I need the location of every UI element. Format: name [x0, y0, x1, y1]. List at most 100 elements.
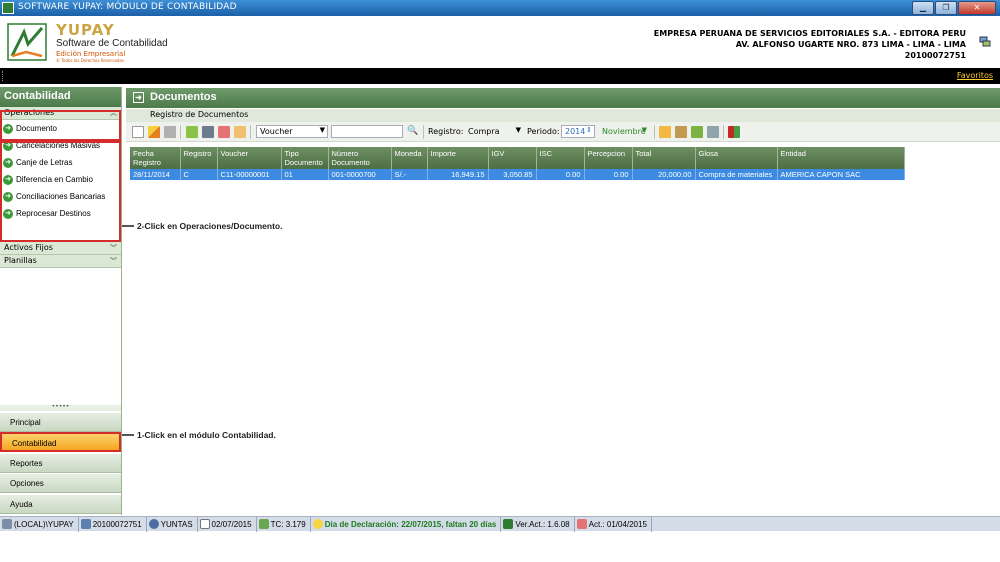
new-document-icon[interactable]: [132, 126, 144, 138]
dollar-icon: [258, 519, 269, 529]
status-version-text: Ver.Act.: 1.6.08: [515, 519, 570, 529]
favorites-link[interactable]: Favoritos: [957, 71, 993, 80]
status-tc: TC: 3.179: [257, 516, 311, 532]
year-spinner-value: 2014: [565, 127, 586, 136]
folder-icon[interactable]: [659, 126, 671, 138]
column-header[interactable]: Registro: [180, 147, 218, 169]
window-controls: ▁ ❐ ✕: [912, 1, 996, 15]
brand-subtitle: Software de Contabilidad: [56, 38, 168, 49]
status-act: Act.: 01/04/2015: [575, 516, 652, 532]
module-contabilidad[interactable]: Contabilidad: [0, 432, 121, 452]
print-icon[interactable]: [202, 126, 214, 138]
calendar-icon: [576, 519, 587, 529]
status-user: YUNTAS: [147, 516, 198, 532]
module-label: Ayuda: [10, 500, 33, 509]
chevron-down-icon[interactable]: ︾: [110, 243, 117, 253]
binoculars-icon[interactable]: 🔍: [407, 126, 419, 137]
cell-moneda[interactable]: S/.-: [391, 169, 428, 180]
section-activos-fijos[interactable]: Activos Fijos ︾: [0, 242, 121, 255]
money-icon[interactable]: [691, 126, 703, 138]
registro-select[interactable]: Compra ▼: [464, 125, 524, 138]
column-header[interactable]: Fecha Registro: [130, 147, 181, 169]
annotation-step1: 1-Click en el módulo Contabilidad.: [137, 430, 276, 440]
module-label: Opciones: [10, 479, 44, 488]
toolbar-separator: [423, 125, 424, 139]
company-name: EMPRESA PERUANA DE SERVICIOS EDITORIALES…: [653, 29, 966, 38]
column-header[interactable]: Importe: [427, 147, 489, 169]
cell-entidad[interactable]: AMERICA CAPON SAC: [777, 169, 905, 180]
close-icon[interactable]: ✕: [958, 1, 996, 15]
table-row[interactable]: 28/11/2014 C C11-00000001 01 001-0000700…: [130, 169, 905, 180]
annotation-line: [122, 225, 134, 227]
cell-total[interactable]: 20,000.00: [632, 169, 696, 180]
cell-importe[interactable]: 16,949.15: [427, 169, 489, 180]
chevron-down-icon: ▼: [641, 126, 647, 134]
cell-glosa[interactable]: Compra de materiales: [695, 169, 778, 180]
edit-icon[interactable]: [148, 126, 160, 138]
yupay-logo-icon: [7, 23, 47, 61]
module-principal[interactable]: Principal: [0, 412, 121, 432]
column-header[interactable]: Moneda: [391, 147, 428, 169]
search-input[interactable]: [331, 125, 403, 138]
annotation-step2: 2-Click en Operaciones/Documento.: [137, 221, 283, 231]
toolbar-separator: [654, 125, 655, 139]
column-header[interactable]: Tipo Documento: [281, 147, 329, 169]
voucher-select[interactable]: Voucher ▼: [256, 125, 328, 138]
cell-tipo-documento[interactable]: 01: [281, 169, 329, 180]
minimize-icon[interactable]: ▁: [912, 1, 934, 15]
column-header[interactable]: Voucher: [217, 147, 282, 169]
cell-registro[interactable]: C: [180, 169, 218, 180]
delete-icon[interactable]: [164, 126, 176, 138]
restore-icon[interactable]: ❐: [935, 1, 957, 15]
database-icon: [2, 519, 12, 529]
report-icon[interactable]: [234, 126, 246, 138]
cell-voucher[interactable]: C11-00000001: [217, 169, 282, 180]
column-header[interactable]: Entidad: [777, 147, 905, 169]
cell-isc[interactable]: 0.00: [536, 169, 585, 180]
network-icon[interactable]: [979, 36, 991, 47]
cell-numero-documento[interactable]: 001-0000700: [328, 169, 392, 180]
main-subtitle: Registro de Documentos: [150, 110, 249, 119]
spinner-icon[interactable]: ⇕: [586, 126, 592, 134]
grip-icon[interactable]: [2, 71, 4, 81]
column-header[interactable]: ISC: [536, 147, 585, 169]
cell-percepcion[interactable]: 0.00: [584, 169, 633, 180]
calendar-icon[interactable]: [218, 126, 230, 138]
module-reportes[interactable]: Reportes: [0, 453, 121, 473]
year-spinner[interactable]: 2014 ⇕: [561, 125, 595, 138]
window-icon[interactable]: [707, 126, 719, 138]
module-label: Reportes: [10, 459, 43, 468]
registro-label: Registro:: [428, 127, 464, 136]
section-planillas[interactable]: Planillas ︾: [0, 255, 121, 268]
column-header[interactable]: Número Documento: [328, 147, 392, 169]
balance-icon[interactable]: [675, 126, 687, 138]
chevron-down-icon[interactable]: ︾: [110, 256, 117, 266]
panel-splitter[interactable]: •••••: [0, 404, 121, 411]
documents-grid: Fecha Registro Registro Voucher Tipo Doc…: [130, 147, 905, 180]
month-select[interactable]: Noviembre ▼: [598, 125, 650, 138]
section-label: Activos Fijos: [4, 243, 53, 252]
column-header[interactable]: Total: [632, 147, 696, 169]
grid-header-row: Fecha Registro Registro Voucher Tipo Doc…: [130, 147, 905, 169]
column-header[interactable]: IGV: [488, 147, 537, 169]
month-select-value: Noviembre: [602, 127, 646, 136]
exit-icon[interactable]: [728, 126, 740, 138]
title-bar: SOFTWARE YUPAY: MÓDULO DE CONTABILIDAD ▁…: [0, 0, 1000, 16]
module-label: Principal: [10, 418, 41, 427]
cell-igv[interactable]: 3,050.85: [488, 169, 537, 180]
status-server-text: (LOCAL)\YUPAY: [14, 519, 74, 529]
column-header[interactable]: Glosa: [695, 147, 778, 169]
column-header[interactable]: Percepcion: [584, 147, 633, 169]
toolbar-separator: [250, 125, 251, 139]
periodo-label: Periodo:: [527, 127, 560, 136]
status-act-text: Act.: 01/04/2015: [588, 519, 647, 529]
status-ruc: 20100072751: [79, 516, 147, 532]
status-user-text: YUNTAS: [160, 519, 193, 529]
module-ayuda[interactable]: Ayuda: [0, 494, 121, 514]
module-opciones[interactable]: Opciones: [0, 473, 121, 493]
status-version: Ver.Act.: 1.6.08: [501, 516, 575, 532]
cell-fecha[interactable]: 28/11/2014: [130, 169, 181, 180]
registro-select-value: Compra: [468, 127, 500, 136]
refresh-icon[interactable]: [186, 126, 198, 138]
status-date: 02/07/2015: [198, 516, 257, 532]
